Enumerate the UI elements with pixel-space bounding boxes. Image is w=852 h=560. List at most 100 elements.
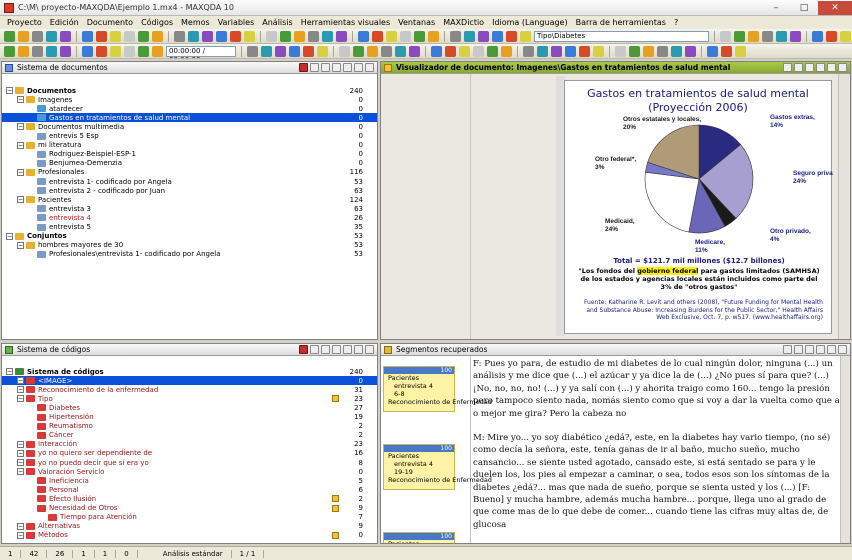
- tb2-tool-icon-2[interactable]: [32, 45, 43, 57]
- tree-row[interactable]: −atardecer0: [2, 104, 377, 113]
- seg-print-icon[interactable]: [783, 345, 792, 354]
- menu-item-1[interactable]: Edición: [46, 18, 83, 27]
- tb1-tool-icon-33[interactable]: [506, 30, 517, 42]
- expand-toggle-icon[interactable]: −: [17, 449, 24, 457]
- tb1-tool-icon-6[interactable]: [96, 30, 107, 42]
- segment-source-box[interactable]: 100 Pacientes entrevista 4 6-8 Reconocimient…: [383, 366, 492, 412]
- tree-row[interactable]: −Cáncer2: [2, 431, 377, 440]
- tb2-tool-icon-17[interactable]: [339, 45, 350, 57]
- tb1-tool-icon-38[interactable]: [762, 30, 773, 42]
- tb2-tool-icon-38[interactable]: [657, 45, 668, 57]
- tb2-tool-icon-27[interactable]: [487, 45, 498, 57]
- tree-row[interactable]: − Profesionales 116: [2, 168, 377, 177]
- tree-row[interactable]: − Conjuntos 53: [2, 232, 377, 241]
- tree-row[interactable]: −Profesionales\entrevista 1- codificado …: [2, 250, 377, 259]
- tb2-tool-icon-41[interactable]: [707, 45, 718, 57]
- tb1-tool-icon-8[interactable]: [124, 30, 135, 42]
- tb1-tool-icon-27[interactable]: [414, 30, 425, 42]
- tb2-tool-icon-13[interactable]: [275, 45, 286, 57]
- tb1-tool-icon-11[interactable]: [174, 30, 185, 42]
- activate-icon[interactable]: [332, 63, 341, 72]
- tree-row[interactable]: − Documentos multimedia 0: [2, 122, 377, 131]
- minimize-button[interactable]: –: [762, 1, 790, 15]
- tb1-tool-icon-32[interactable]: [492, 30, 503, 42]
- segments-scrollbar[interactable]: [840, 356, 850, 543]
- tb2-tool-icon-29[interactable]: [523, 45, 534, 57]
- tree-row[interactable]: − Sistema de códigos 240: [2, 367, 377, 376]
- tb2-tool-icon-1[interactable]: [18, 45, 29, 57]
- tb2-tool-icon-25[interactable]: [459, 45, 470, 57]
- panel-close-icon[interactable]: [365, 63, 374, 72]
- tree-row[interactable]: −entrevista 1- codificado por Angela53: [2, 177, 377, 186]
- tb2-tool-icon-34[interactable]: [593, 45, 604, 57]
- viewer-memo-icon[interactable]: [805, 63, 814, 72]
- tree-row[interactable]: −Gastos en tratamientos de salud mental0: [2, 113, 377, 123]
- tb2-tool-icon-42[interactable]: [721, 45, 732, 57]
- menu-item-6[interactable]: Análisis: [258, 18, 296, 27]
- seg-export-icon[interactable]: [794, 345, 803, 354]
- tb1-tool-icon-29[interactable]: [450, 30, 461, 42]
- tb2-tool-icon-16[interactable]: [317, 45, 328, 57]
- expand-toggle-icon[interactable]: −: [17, 522, 24, 530]
- tb1-tool-icon-28[interactable]: [428, 30, 439, 42]
- code-activate-icon[interactable]: [332, 345, 341, 354]
- tb2-tool-icon-11[interactable]: [247, 45, 258, 57]
- tree-row[interactable]: −entrevista 426: [2, 213, 377, 222]
- code-pin-icon[interactable]: [354, 345, 363, 354]
- tree-row[interactable]: − yo no quiero ser dependiente de 16: [2, 449, 377, 458]
- tb2-tool-icon-9[interactable]: [138, 45, 149, 57]
- tree-row[interactable]: − Pacientes 124: [2, 195, 377, 204]
- menu-item-5[interactable]: Variables: [214, 18, 259, 27]
- expand-toggle-icon[interactable]: −: [17, 468, 24, 476]
- expand-toggle-icon[interactable]: −: [17, 395, 24, 403]
- tb1-tool-icon-31[interactable]: [478, 30, 489, 42]
- code-close-icon[interactable]: [365, 345, 374, 354]
- tb2-tool-icon-40[interactable]: [685, 45, 696, 57]
- tb1-tool-icon-16[interactable]: [244, 30, 255, 42]
- code-delete-icon[interactable]: [299, 345, 308, 354]
- viewer-tool-icon[interactable]: [783, 63, 792, 72]
- menu-item-2[interactable]: Documento: [83, 18, 137, 27]
- tb1-tool-icon-0[interactable]: [4, 30, 15, 42]
- tree-row[interactable]: −entrevista 535: [2, 223, 377, 232]
- expand-toggle-icon[interactable]: −: [17, 241, 24, 249]
- tb2-tool-icon-43[interactable]: [735, 45, 746, 57]
- tb2-tool-icon-4[interactable]: [60, 45, 71, 57]
- pin-icon[interactable]: [354, 63, 363, 72]
- code-color-icon[interactable]: [321, 345, 330, 354]
- search-icon[interactable]: [343, 63, 352, 72]
- tb1-tool-icon-35[interactable]: [720, 30, 731, 42]
- tb1-tool-icon-20[interactable]: [308, 30, 319, 42]
- expand-toggle-icon[interactable]: −: [17, 440, 24, 448]
- tree-row[interactable]: −Efecto Ilusión2: [2, 494, 377, 503]
- tree-row[interactable]: −entrevista 363: [2, 204, 377, 213]
- seg-pin-icon[interactable]: [827, 345, 836, 354]
- media-time-field[interactable]: 00:00:00 / 00:00:00: [166, 45, 236, 58]
- tb1-tool-icon-13[interactable]: [202, 30, 213, 42]
- memo-icon[interactable]: [332, 395, 339, 403]
- tb2-tool-icon-18[interactable]: [353, 45, 364, 57]
- memo-icon[interactable]: [332, 531, 339, 539]
- tb1-tool-icon-21[interactable]: [322, 30, 333, 42]
- tb2-tool-icon-26[interactable]: [473, 45, 484, 57]
- tree-row[interactable]: −Tiempo para Atención7: [2, 513, 377, 522]
- tb1-tool-icon-12[interactable]: [188, 30, 199, 42]
- tb2-tool-icon-12[interactable]: [261, 45, 272, 57]
- expand-toggle-icon[interactable]: −: [17, 168, 24, 176]
- expand-toggle-icon[interactable]: −: [17, 141, 24, 149]
- tb2-tool-icon-8[interactable]: [124, 45, 135, 57]
- tree-row[interactable]: − yo no puedo decir que sí era yo 8: [2, 458, 377, 467]
- expand-toggle-icon[interactable]: −: [6, 232, 13, 240]
- tb1-tool-icon-7[interactable]: [110, 30, 121, 42]
- new-document-icon[interactable]: [310, 63, 319, 72]
- tb1-tool-icon-43[interactable]: [840, 30, 851, 42]
- tree-row[interactable]: −entrevis 5 Esp0: [2, 132, 377, 141]
- import-icon[interactable]: [321, 63, 330, 72]
- menu-item-9[interactable]: MAXDictio: [439, 18, 488, 27]
- tb1-tool-icon-2[interactable]: [32, 30, 43, 42]
- memo-icon[interactable]: [332, 504, 339, 512]
- tree-row[interactable]: − Interacción 23: [2, 440, 377, 449]
- tb1-tool-icon-17[interactable]: [266, 30, 277, 42]
- tb1-tool-icon-15[interactable]: [230, 30, 241, 42]
- segment-paragraph[interactable]: M: Mire yo... yo soy diabético ¿edá?, es…: [473, 432, 840, 531]
